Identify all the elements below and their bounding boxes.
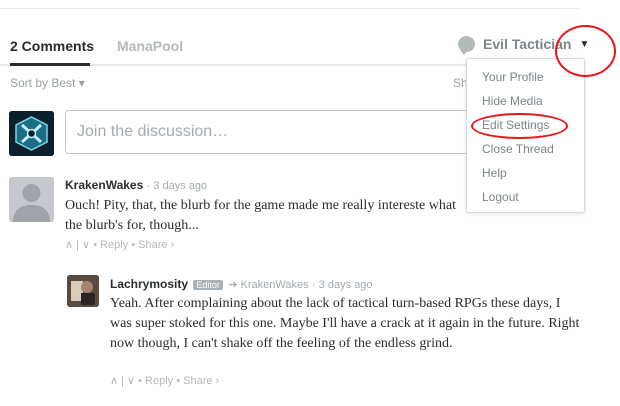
top-divider <box>0 8 580 9</box>
annotation-circle-edit-settings <box>471 113 568 139</box>
active-tab-underline <box>10 63 90 66</box>
tab-comments[interactable]: 2 Comments <box>10 38 94 54</box>
menu-item-hide-media[interactable]: Hide Media <box>482 94 543 108</box>
reply-timestamp[interactable]: 3 days ago <box>319 279 373 291</box>
comment-timestamp[interactable]: 3 days ago <box>153 180 207 192</box>
menu-item-logout[interactable]: Logout <box>482 190 519 204</box>
editor-badge: Editor <box>193 280 223 290</box>
reply-body: Yeah. After complaining about the lack o… <box>110 296 580 351</box>
annotation-circle-user-menu <box>555 25 616 77</box>
commenter-avatar[interactable] <box>9 177 54 222</box>
menu-item-help[interactable]: Help <box>482 166 507 180</box>
reply-header: Lachrymosity Editor ➔ KrakenWakes · 3 da… <box>110 277 373 291</box>
comment-body: Ouch! Pity, that, the blurb for the game… <box>65 198 456 233</box>
current-user-avatar <box>9 111 54 156</box>
reply-actions[interactable]: ∧ | ∨ • Reply • Share › <box>110 374 219 387</box>
comment-header: KrakenWakes · 3 days ago <box>65 178 208 192</box>
notification-bubble-icon[interactable] <box>458 36 475 55</box>
sort-dropdown[interactable]: Sort by Best ▾ <box>10 76 85 90</box>
comment-author[interactable]: KrakenWakes <box>65 178 143 192</box>
menu-item-your-profile[interactable]: Your Profile <box>482 70 544 84</box>
comment-actions[interactable]: ∧ | ∨ • Reply • Share › <box>65 238 174 251</box>
reply-author-avatar[interactable] <box>67 275 99 307</box>
tab-community[interactable]: ManaPool <box>117 38 183 54</box>
reply-to-link[interactable]: ➔ KrakenWakes <box>228 279 308 291</box>
menu-item-close-thread[interactable]: Close Thread <box>482 142 554 156</box>
reply-author[interactable]: Lachrymosity <box>110 277 188 291</box>
